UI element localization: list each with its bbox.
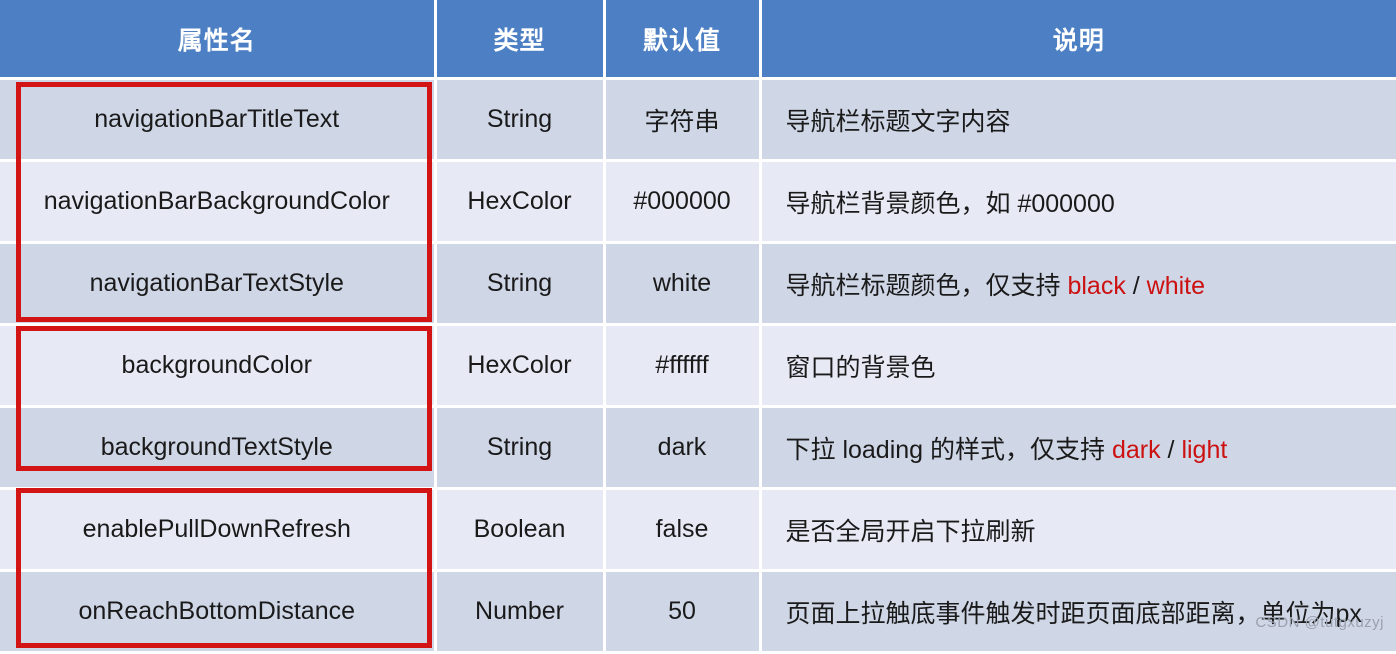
cell-default-value: dark [604,406,762,490]
cell-description: 导航栏背景颜色，如 #000000 [760,160,1396,244]
description-keyword-secondary: light [1181,435,1228,464]
cell-property-type: Boolean [435,488,606,572]
spec-table-page: 属性名 类型 默认值 说明 navigationBarTitleText Stri… [0,0,1396,654]
table-row: onReachBottomDistance Number 50 页面上拉触底事件触发时… [0,570,1396,654]
cell-description: 导航栏标题文字内容 [760,78,1396,162]
cell-description: 下拉 loading 的样式，仅支持 dark / light [760,406,1396,490]
page-config-properties-table: 属性名 类型 默认值 说明 navigationBarTitleText Stri… [0,0,1396,654]
cell-description: 是否全局开启下拉刷新 [760,488,1396,572]
table-row: backgroundColor HexColor #ffffff 窗口的背景色 [0,324,1396,408]
description-text: 导航栏标题颜色，仅支持 [785,271,1068,300]
cell-property-type: HexColor [435,160,606,244]
description-keyword-separator: / [1160,435,1182,464]
table-row: navigationBarBackgroundColor HexColor #000… [0,160,1396,244]
description-keyword-secondary: white [1146,271,1206,300]
column-header-type: 类型 [435,0,606,80]
description-keyword-primary: black [1067,271,1126,300]
cell-description: 导航栏标题颜色，仅支持 black / white [760,242,1396,326]
column-header-description: 说明 [760,0,1396,80]
cell-property-name: navigationBarBackgroundColor [0,160,437,244]
description-text: 窗口的背景色 [785,353,936,382]
column-header-default: 默认值 [604,0,762,80]
cell-default-value: white [604,242,762,326]
cell-default-value: false [604,488,762,572]
table-row: navigationBarTextStyle String white 导航栏标题颜色… [0,242,1396,326]
description-text: 下拉 loading 的样式，仅支持 [785,435,1112,464]
table-body: navigationBarTitleText String 字符串 导航栏标题文字内容… [0,78,1396,654]
description-text: 导航栏标题文字内容 [785,107,1011,136]
cell-default-value: 50 [604,570,762,654]
watermark: CSDN @tutgxuzyj [1255,614,1384,631]
cell-description: 窗口的背景色 [760,324,1396,408]
cell-property-type: HexColor [435,324,606,408]
cell-property-name: navigationBarTextStyle [0,242,437,326]
cell-property-type: String [435,78,606,162]
description-text: 导航栏背景颜色，如 #000000 [785,189,1115,218]
cell-property-name: backgroundColor [0,324,437,408]
table-header-row: 属性名 类型 默认值 说明 [0,0,1396,80]
table-header: 属性名 类型 默认值 说明 [0,0,1396,80]
cell-default-value: #000000 [604,160,762,244]
cell-property-type: String [435,406,606,490]
table-row: navigationBarTitleText String 字符串 导航栏标题文字内容 [0,78,1396,162]
cell-description: 页面上拉触底事件触发时距页面底部距离，单位为px [760,570,1396,654]
cell-property-name: backgroundTextStyle [0,406,437,490]
cell-default-value: #ffffff [604,324,762,408]
column-header-name: 属性名 [0,0,437,80]
cell-default-value: 字符串 [604,78,762,162]
cell-property-name: navigationBarTitleText [0,78,437,162]
cell-property-type: String [435,242,606,326]
description-keyword-primary: dark [1111,435,1161,464]
description-keyword-separator: / [1125,271,1147,300]
description-text: 是否全局开启下拉刷新 [785,517,1036,546]
table-row: enablePullDownRefresh Boolean false 是否全局开启下… [0,488,1396,572]
cell-property-name: enablePullDownRefresh [0,488,437,572]
cell-property-type: Number [435,570,606,654]
cell-property-name: onReachBottomDistance [0,570,437,654]
table-row: backgroundTextStyle String dark 下拉 loading … [0,406,1396,490]
